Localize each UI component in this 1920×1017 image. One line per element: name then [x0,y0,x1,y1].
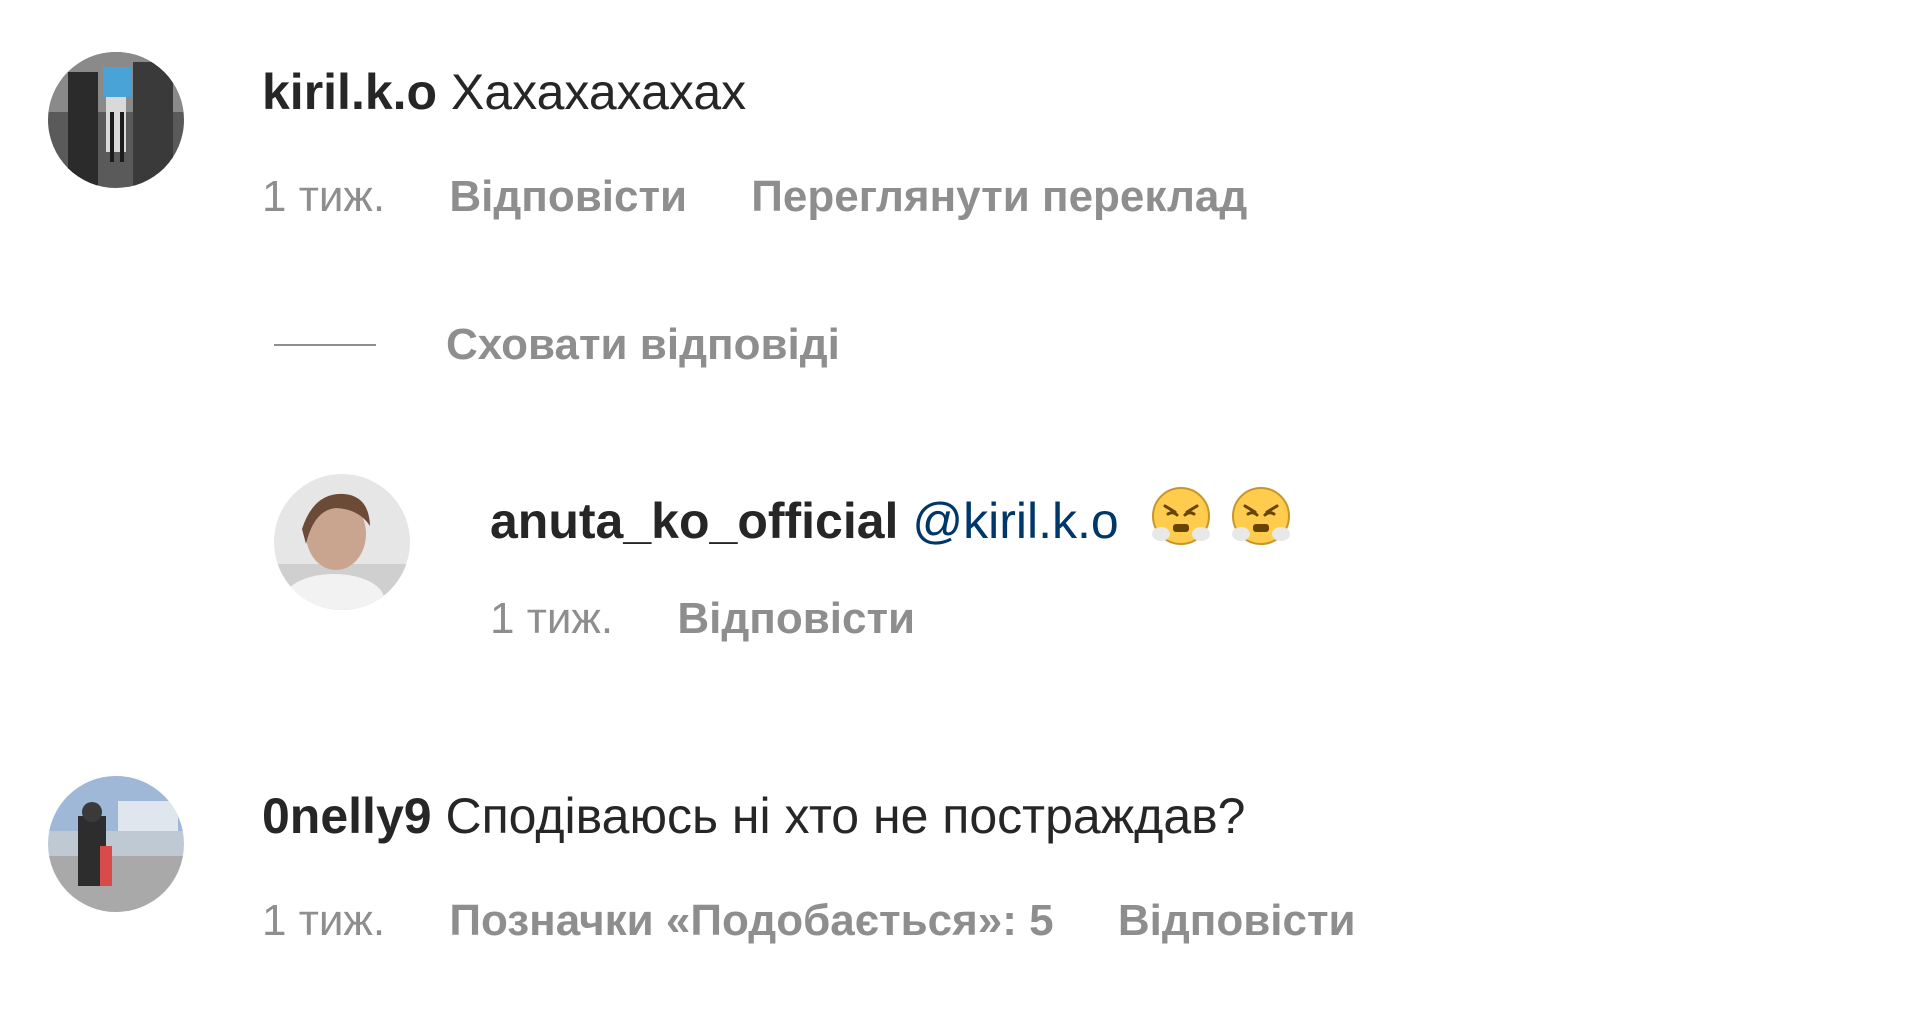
reply-username[interactable]: anuta_ko_official [490,493,898,549]
avatar-image [48,776,184,912]
comment-time[interactable]: 1 тиж. [262,172,385,221]
reply-meta: 1 тиж. Відповісти [490,592,967,646]
avatar-anuta[interactable] [274,474,410,610]
comment-username[interactable]: 0nelly9 [262,788,432,844]
avatar-kiril[interactable] [48,52,184,188]
reply-time[interactable]: 1 тиж. [490,594,613,643]
avatar-image [48,52,184,188]
avatar-nelly[interactable] [48,776,184,912]
comment-time[interactable]: 1 тиж. [262,896,385,945]
mention-link[interactable]: @kiril.k.o [912,493,1118,549]
reply-button[interactable]: Відповісти [449,172,687,221]
comment-meta: 1 тиж. Відповісти Переглянути переклад [262,170,1299,224]
steam-face-emoji-icon [1149,484,1213,548]
steam-face-emoji-icon [1229,484,1293,548]
comment-text-line: kiril.k.o Хахахахахах [262,62,746,122]
comment-text: Хахахахахах [450,64,747,120]
comment-text-line: 0nelly9 Сподіваюсь ні хто не постраждав? [262,786,1246,846]
comment-text: Сподіваюсь ні хто не постраждав? [445,788,1246,844]
see-translation-button[interactable]: Переглянути переклад [751,172,1247,221]
reply-button[interactable]: Відповісти [1118,896,1356,945]
likes-count-button[interactable]: Позначки «Подобається»: 5 [449,896,1053,945]
avatar-image [274,474,410,610]
hide-replies-button[interactable]: Сховати відповіді [274,318,840,372]
divider-line [274,344,376,346]
reply-button[interactable]: Відповісти [677,594,915,643]
comment-meta: 1 тиж. Позначки «Подобається»: 5 Відпові… [262,894,1408,948]
reply-text-line: anuta_ko_official @kiril.k.o [490,484,1293,551]
comment-username[interactable]: kiril.k.o [262,64,437,120]
hide-replies-label: Сховати відповіді [446,320,840,369]
comments-thread: kiril.k.o Хахахахахах 1 тиж. Відповісти … [0,0,1920,1017]
